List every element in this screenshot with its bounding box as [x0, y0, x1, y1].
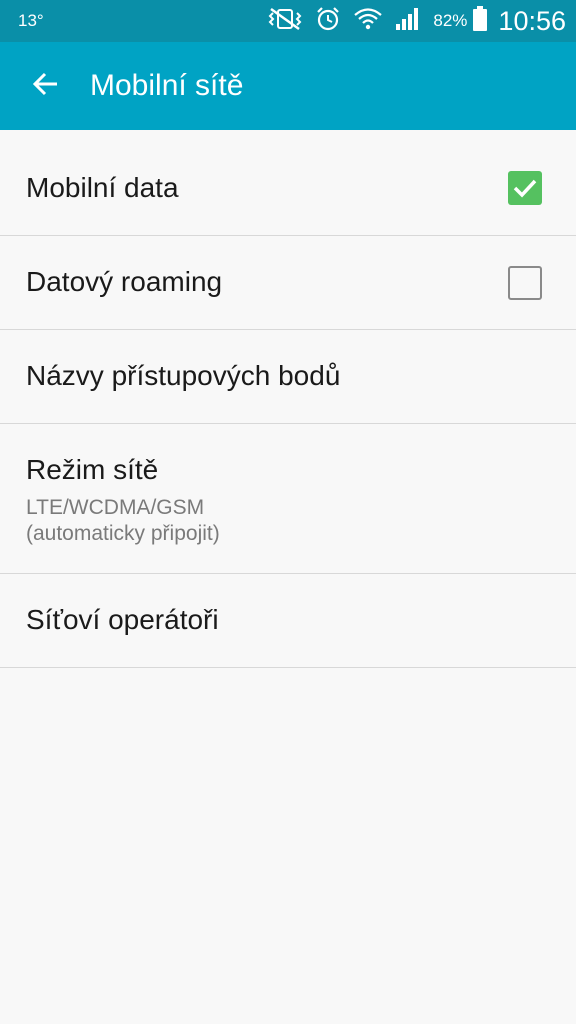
signal-icon	[395, 7, 421, 36]
status-bar: 13° 82% 10:56	[0, 0, 576, 42]
network-mode-summary-1: LTE/WCDMA/GSM	[26, 496, 205, 519]
network-mode-label: Režim sítě	[26, 454, 159, 485]
status-icons: 82% 10:56	[267, 0, 566, 42]
mobile-data-label: Mobilní data	[26, 172, 179, 203]
network-operators-row[interactable]: Síťoví operátoři	[0, 574, 576, 668]
apn-label: Názvy přístupových bodů	[26, 360, 341, 391]
mobile-data-checkbox[interactable]	[508, 171, 542, 205]
settings-list: Mobilní data Datový roaming Názvy přístu…	[0, 130, 576, 668]
mobile-data-row[interactable]: Mobilní data	[0, 130, 576, 236]
checkmark-icon	[513, 179, 537, 198]
arrow-back-icon	[32, 70, 60, 103]
data-roaming-row[interactable]: Datový roaming	[0, 236, 576, 330]
alarm-icon	[315, 6, 341, 37]
status-time: 10:56	[498, 5, 566, 36]
network-mode-row[interactable]: Režim sítě LTE/WCDMA/GSM (automaticky př…	[0, 424, 576, 574]
network-operators-label: Síťoví operátoři	[26, 604, 219, 635]
battery-icon	[472, 5, 488, 37]
data-roaming-label: Datový roaming	[26, 266, 223, 297]
battery-percent: 82%	[433, 11, 468, 30]
back-button[interactable]	[24, 64, 68, 108]
apn-row[interactable]: Názvy přístupových bodů	[0, 330, 576, 424]
app-bar: Mobilní sítě	[0, 42, 576, 130]
vibrate-mute-icon	[267, 7, 303, 36]
page-title: Mobilní sítě	[90, 69, 244, 102]
network-mode-summary-2: (automaticky připojit)	[26, 522, 220, 545]
status-temperature: 13°	[18, 11, 44, 30]
wifi-icon	[353, 6, 383, 37]
data-roaming-checkbox[interactable]	[508, 266, 542, 300]
